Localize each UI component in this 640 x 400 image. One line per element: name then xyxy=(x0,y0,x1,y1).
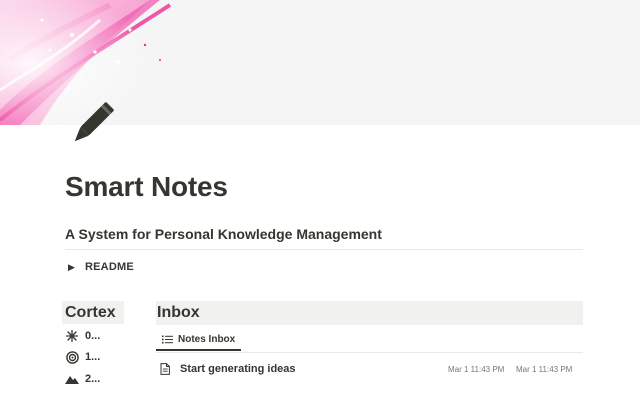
tab-label: Notes Inbox xyxy=(178,333,236,345)
cortex-item-label: 2... xyxy=(85,373,101,385)
list-icon xyxy=(162,335,173,344)
tab-notes-inbox[interactable]: Notes Inbox xyxy=(156,329,242,351)
document-icon xyxy=(160,363,172,375)
cortex-item-label: 1... xyxy=(85,351,101,363)
asterisk-icon xyxy=(65,329,79,343)
readme-toggle[interactable]: ▶ README xyxy=(65,258,134,276)
target-icon xyxy=(65,350,79,364)
triangle-right-icon[interactable]: ▶ xyxy=(65,262,85,273)
cortex-item-1[interactable]: 1... xyxy=(65,348,100,366)
inbox-heading: Inbox xyxy=(156,301,583,325)
cortex-item-2[interactable]: 2... xyxy=(65,370,100,388)
mountains-icon xyxy=(65,372,79,386)
cortex-heading: Cortex xyxy=(62,301,124,324)
tab-divider xyxy=(156,352,583,353)
created-time: Mar 1 11:43 PM xyxy=(448,364,505,374)
cortex-item-label: 0... xyxy=(85,330,101,342)
edited-time: Mar 1 11:43 PM xyxy=(516,364,573,374)
cortex-item-0[interactable]: 0... xyxy=(65,327,100,345)
readme-label: README xyxy=(85,261,134,273)
divider xyxy=(65,249,583,250)
page-subtitle: A System for Personal Knowledge Manageme… xyxy=(65,226,382,242)
pencil-icon[interactable] xyxy=(66,100,116,150)
page-title[interactable]: Smart Notes xyxy=(65,171,228,203)
list-item[interactable]: Start generating ideas Mar 1 11:43 PM Ma… xyxy=(156,359,583,379)
list-item-title: Start generating ideas xyxy=(180,363,296,375)
